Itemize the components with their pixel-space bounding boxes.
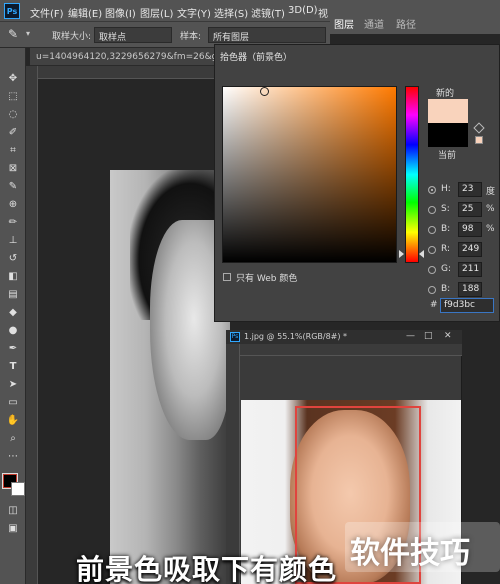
color-field-cursor[interactable]: [260, 87, 269, 96]
menu-select[interactable]: 选择(S): [214, 5, 248, 20]
radio-blue[interactable]: [428, 286, 436, 294]
gradient-tool-icon[interactable]: ▤: [5, 288, 21, 302]
new-color-swatch: [428, 99, 468, 123]
hue-unit: 度: [486, 187, 496, 197]
hand-tool-icon[interactable]: ✋: [5, 414, 21, 428]
lasso-tool-icon[interactable]: ◌: [5, 108, 21, 122]
brush-tool-icon[interactable]: ✏: [5, 216, 21, 230]
type-tool-icon[interactable]: T: [5, 360, 21, 374]
sample-layers-select[interactable]: 所有图层: [208, 27, 326, 43]
chevron-down-icon[interactable]: ▾: [26, 29, 30, 38]
eyedropper-tool-icon[interactable]: ✎: [5, 180, 21, 194]
healing-tool-icon[interactable]: ⊕: [5, 198, 21, 212]
menu-3d[interactable]: 3D(D): [288, 5, 318, 16]
field-label-blue: B:: [441, 284, 451, 294]
more-tools-icon[interactable]: ⋯: [5, 450, 21, 464]
field-label-hue: H:: [441, 184, 451, 194]
red-input[interactable]: 249: [458, 242, 482, 257]
video-caption: 前景色吸取下有颜色: [76, 553, 338, 584]
radio-brightness[interactable]: [428, 226, 436, 234]
document-ps-icon: Ps: [230, 332, 240, 342]
hue-slider[interactable]: [405, 86, 419, 263]
ruler-vertical: [26, 66, 38, 584]
saturation-brightness-field[interactable]: [222, 86, 397, 263]
clone-stamp-tool-icon[interactable]: ⊥: [5, 234, 21, 248]
menu-filter[interactable]: 滤镜(T): [251, 5, 285, 20]
sample-size-label: 取样大小:: [52, 32, 92, 42]
document-ruler-horizontal: [240, 344, 462, 356]
zoom-tool-icon[interactable]: ⌕: [5, 432, 21, 446]
tab-layers[interactable]: 图层: [334, 16, 354, 31]
tab-paths[interactable]: 路径: [396, 16, 416, 31]
quick-select-tool-icon[interactable]: ✐: [5, 126, 21, 140]
close-button[interactable]: ✕: [444, 331, 452, 341]
hue-input[interactable]: 23: [458, 182, 482, 197]
saturation-unit: %: [486, 204, 495, 214]
blur-tool-icon[interactable]: ◆: [5, 306, 21, 320]
background-color-swatch[interactable]: [11, 482, 25, 496]
radio-red[interactable]: [428, 246, 436, 254]
web-only-checkbox[interactable]: [223, 273, 231, 281]
watermark-text: 软件技巧: [350, 536, 470, 571]
crop-tool-icon[interactable]: ⌗: [5, 144, 21, 158]
photoshop-logo-icon: Ps: [4, 3, 20, 19]
field-label-red: R:: [441, 244, 451, 254]
eyedropper-option-icon[interactable]: ✎: [8, 27, 18, 41]
menu-image[interactable]: 图像(I): [105, 5, 136, 20]
sample-label: 样本:: [180, 32, 202, 42]
quick-mask-icon[interactable]: ◫: [5, 504, 21, 518]
sample-size-value: 取样点: [99, 33, 127, 43]
radio-green[interactable]: [428, 266, 436, 274]
shape-tool-icon[interactable]: ▭: [5, 396, 21, 410]
dodge-tool-icon[interactable]: ●: [5, 324, 21, 338]
menu-edit[interactable]: 编辑(E): [68, 5, 102, 20]
field-label-brightness: B:: [441, 224, 451, 234]
field-label-green: G:: [441, 264, 452, 274]
brightness-input[interactable]: 98: [458, 222, 482, 237]
pen-tool-icon[interactable]: ✒: [5, 342, 21, 356]
hex-input[interactable]: f9d3bc: [440, 298, 494, 313]
history-brush-tool-icon[interactable]: ↺: [5, 252, 21, 266]
marquee-tool-icon[interactable]: ⬚: [5, 90, 21, 104]
screen-mode-icon[interactable]: ▣: [5, 522, 21, 536]
hue-slider-handle-left[interactable]: [399, 250, 404, 258]
frame-tool-icon[interactable]: ⊠: [5, 162, 21, 176]
new-color-label: 新的: [436, 89, 455, 99]
color-picker-title: 拾色器（前景色）: [220, 53, 293, 63]
menu-file[interactable]: 文件(F): [30, 5, 64, 20]
sample-size-select[interactable]: 取样点: [94, 27, 172, 43]
minimize-button[interactable]: —: [406, 331, 415, 341]
web-only-label: 只有 Web 颜色: [236, 274, 298, 284]
current-color-swatch[interactable]: [428, 123, 468, 147]
saturation-input[interactable]: 25: [458, 202, 482, 217]
radio-saturation[interactable]: [428, 206, 436, 214]
sample-layers-value: 所有图层: [213, 33, 250, 43]
eraser-tool-icon[interactable]: ◧: [5, 270, 21, 284]
field-label-saturation: S:: [441, 204, 450, 214]
maximize-button[interactable]: □: [424, 331, 433, 341]
menu-view[interactable]: 视: [318, 5, 328, 20]
path-select-tool-icon[interactable]: ➤: [5, 378, 21, 392]
tab-channels[interactable]: 通道: [364, 16, 384, 31]
blue-input[interactable]: 188: [458, 282, 482, 297]
move-tool-icon[interactable]: ✥: [5, 72, 21, 86]
menu-type[interactable]: 文字(Y): [177, 5, 211, 20]
menu-layer[interactable]: 图层(L): [140, 5, 173, 20]
document-window-title: 1.jpg @ 55.1%(RGB/8#) *: [244, 332, 348, 341]
current-color-label: 当前: [438, 151, 457, 161]
hex-label: #: [430, 300, 438, 310]
ruler-horizontal: [38, 66, 218, 79]
brightness-unit: %: [486, 224, 495, 234]
hue-slider-handle-right[interactable]: [419, 250, 424, 258]
green-input[interactable]: 211: [458, 262, 482, 277]
web-safe-color-swatch[interactable]: [475, 136, 483, 144]
radio-hue[interactable]: [428, 186, 436, 194]
